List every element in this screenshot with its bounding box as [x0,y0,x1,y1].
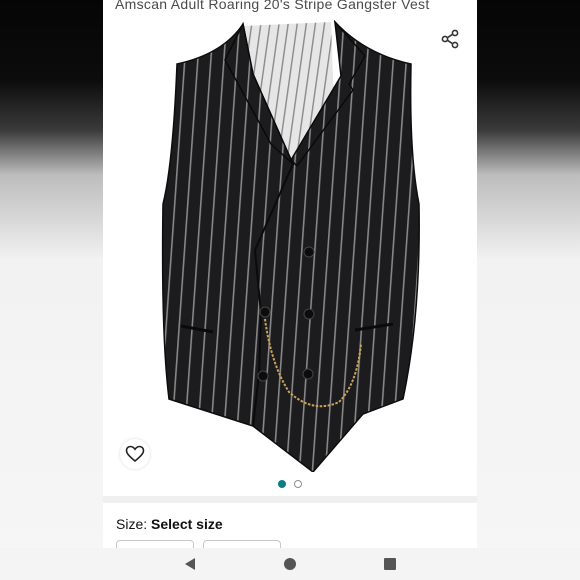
blurred-background-left [0,0,103,548]
size-value: Select size [151,516,223,532]
size-option[interactable] [116,540,194,548]
back-button[interactable] [182,556,198,572]
size-option[interactable] [203,540,281,548]
product-panel: Amscan Adult Roaring 20's Stripe Gangste… [103,0,477,548]
wishlist-button[interactable] [120,439,150,469]
product-image [161,19,420,472]
size-label: Size: [116,516,152,532]
system-navigation-bar [0,548,580,580]
size-selector-label: Size: Select size [116,516,223,532]
share-icon [441,29,459,49]
carousel-indicator [103,480,477,488]
carousel-dot-active[interactable] [278,480,286,488]
back-triangle-icon [185,558,195,570]
home-circle-icon [284,558,296,570]
product-title: Amscan Adult Roaring 20's Stripe Gangste… [115,0,430,12]
section-divider [103,496,477,503]
blurred-background-right [477,0,580,548]
recents-square-icon [384,558,396,570]
product-image-carousel[interactable] [103,14,477,472]
share-button[interactable] [435,24,465,54]
heart-icon [125,445,145,463]
recents-button[interactable] [382,556,398,572]
home-button[interactable] [282,556,298,572]
carousel-dot[interactable] [294,480,302,488]
